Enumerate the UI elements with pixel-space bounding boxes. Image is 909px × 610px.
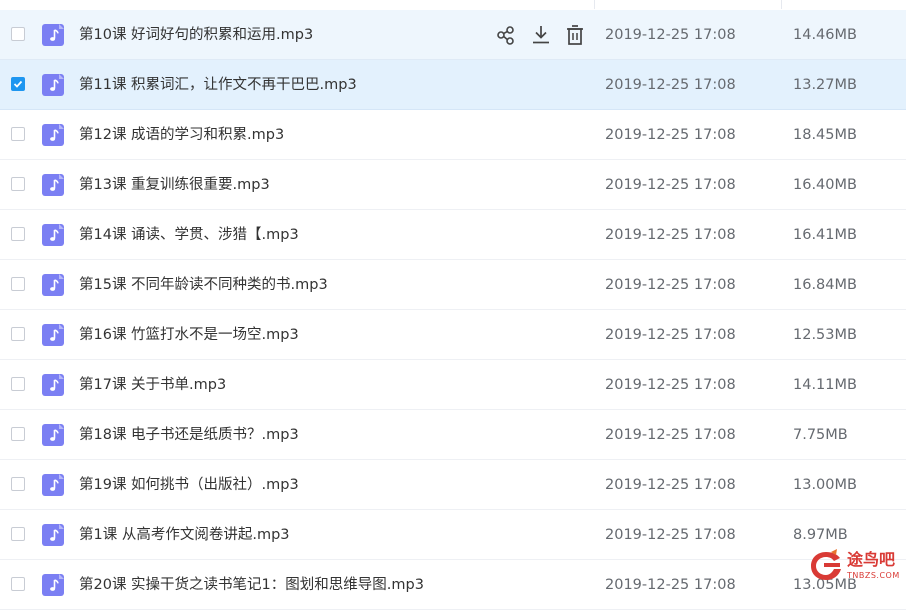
delete-icon[interactable]: [563, 23, 587, 47]
row-checkbox[interactable]: [11, 377, 25, 391]
file-date: 2019-12-25 17:08: [605, 127, 736, 143]
row-checkbox[interactable]: [11, 427, 25, 441]
column-divider: [781, 0, 782, 9]
file-name[interactable]: 第13课 重复训练很重要.mp3: [79, 174, 270, 196]
audio-file-icon: [42, 524, 64, 546]
file-name[interactable]: 第20课 实操干货之读书笔记1：图划和思维导图.mp3: [79, 574, 424, 596]
file-row[interactable]: 第16课 竹篮打水不是一场空.mp3 2019-12-25 17:08 12.53M…: [0, 310, 906, 360]
file-row[interactable]: 第19课 如何挑书（出版社）.mp3 2019-12-25 17:08 13.00M…: [0, 460, 906, 510]
row-checkbox[interactable]: [11, 27, 25, 41]
file-row[interactable]: 第17课 关于书单.mp3 2019-12-25 17:08 14.11MB: [0, 360, 906, 410]
file-row[interactable]: 第13课 重复训练很重要.mp3 2019-12-25 17:08 16.40MB: [0, 160, 906, 210]
audio-file-icon: [42, 574, 64, 596]
file-list: 第10课 好词好句的积累和运用.mp3 2019-12-25 17:08 14.46…: [0, 0, 909, 610]
file-size: 18.45MB: [793, 127, 857, 143]
file-row[interactable]: 第15课 不同年龄读不同种类的书.mp3 2019-12-25 17:08 16.8…: [0, 260, 906, 310]
row-checkbox[interactable]: [11, 327, 25, 341]
row-checkbox[interactable]: [11, 127, 25, 141]
file-name[interactable]: 第19课 如何挑书（出版社）.mp3: [79, 474, 299, 496]
file-row[interactable]: 第10课 好词好句的积累和运用.mp3 2019-12-25 17:08 14.46…: [0, 10, 906, 60]
file-row[interactable]: 第18课 电子书还是纸质书？.mp3 2019-12-25 17:08 7.75MB: [0, 410, 906, 460]
file-name[interactable]: 第12课 成语的学习和积累.mp3: [79, 124, 284, 146]
file-name[interactable]: 第18课 电子书还是纸质书？.mp3: [79, 424, 299, 446]
share-icon[interactable]: [494, 23, 518, 47]
audio-file-icon: [42, 274, 64, 296]
row-checkbox[interactable]: [11, 477, 25, 491]
file-name[interactable]: 第16课 竹篮打水不是一场空.mp3: [79, 324, 299, 346]
file-size: 14.11MB: [793, 377, 857, 393]
file-size: 7.75MB: [793, 427, 848, 443]
file-size: 13.00MB: [793, 477, 857, 493]
audio-file-icon: [42, 224, 64, 246]
file-name[interactable]: 第17课 关于书单.mp3: [79, 374, 226, 396]
file-date: 2019-12-25 17:08: [605, 377, 736, 393]
watermark-logo-icon: [811, 549, 841, 580]
file-row[interactable]: 第12课 成语的学习和积累.mp3 2019-12-25 17:08 18.45MB: [0, 110, 906, 160]
audio-file-icon: [42, 24, 64, 46]
column-divider: [594, 0, 595, 9]
row-checkbox[interactable]: [11, 177, 25, 191]
file-row[interactable]: 第14课 诵读、学贯、涉猎【.mp3 2019-12-25 17:08 16.41M…: [0, 210, 906, 260]
file-name[interactable]: 第10课 好词好句的积累和运用.mp3: [79, 24, 313, 46]
row-checkbox[interactable]: [11, 77, 25, 91]
audio-file-icon: [42, 124, 64, 146]
row-checkbox[interactable]: [11, 527, 25, 541]
watermark-subtitle: TNBZS.COM: [847, 571, 900, 580]
audio-file-icon: [42, 174, 64, 196]
file-date: 2019-12-25 17:08: [605, 427, 736, 443]
file-name[interactable]: 第1课 从高考作文阅卷讲起.mp3: [79, 524, 290, 546]
file-name[interactable]: 第14课 诵读、学贯、涉猎【.mp3: [79, 224, 299, 246]
file-name[interactable]: 第11课 积累词汇，让作文不再干巴巴.mp3: [79, 74, 357, 96]
file-size: 16.84MB: [793, 277, 857, 293]
file-size: 13.27MB: [793, 77, 857, 93]
file-date: 2019-12-25 17:08: [605, 177, 736, 193]
file-size: 14.46MB: [793, 27, 857, 43]
audio-file-icon: [42, 374, 64, 396]
file-date: 2019-12-25 17:08: [605, 227, 736, 243]
file-size: 16.40MB: [793, 177, 857, 193]
file-size: 8.97MB: [793, 527, 848, 543]
audio-file-icon: [42, 474, 64, 496]
row-checkbox[interactable]: [11, 227, 25, 241]
file-row[interactable]: 第11课 积累词汇，让作文不再干巴巴.mp3 2019-12-25 17:08 13…: [0, 60, 906, 110]
file-date: 2019-12-25 17:08: [605, 327, 736, 343]
watermark-title: 途鸟吧: [847, 550, 896, 569]
check-icon: [13, 80, 23, 88]
row-checkbox[interactable]: [11, 277, 25, 291]
audio-file-icon: [42, 424, 64, 446]
file-size: 16.41MB: [793, 227, 857, 243]
file-name[interactable]: 第15课 不同年龄读不同种类的书.mp3: [79, 274, 328, 296]
audio-file-icon: [42, 74, 64, 96]
file-row[interactable]: 第20课 实操干货之读书笔记1：图划和思维导图.mp3 2019-12-25 17…: [0, 560, 906, 610]
file-date: 2019-12-25 17:08: [605, 477, 736, 493]
watermark: 途鸟吧 TNBZS.COM: [805, 547, 909, 585]
file-row[interactable]: 第1课 从高考作文阅卷讲起.mp3 2019-12-25 17:08 8.97MB: [0, 510, 906, 560]
file-date: 2019-12-25 17:08: [605, 277, 736, 293]
audio-file-icon: [42, 324, 64, 346]
row-checkbox[interactable]: [11, 577, 25, 591]
file-size: 12.53MB: [793, 327, 857, 343]
file-date: 2019-12-25 17:08: [605, 77, 736, 93]
file-date: 2019-12-25 17:08: [605, 577, 736, 593]
file-date: 2019-12-25 17:08: [605, 27, 736, 43]
file-date: 2019-12-25 17:08: [605, 527, 736, 543]
download-icon[interactable]: [529, 23, 553, 47]
